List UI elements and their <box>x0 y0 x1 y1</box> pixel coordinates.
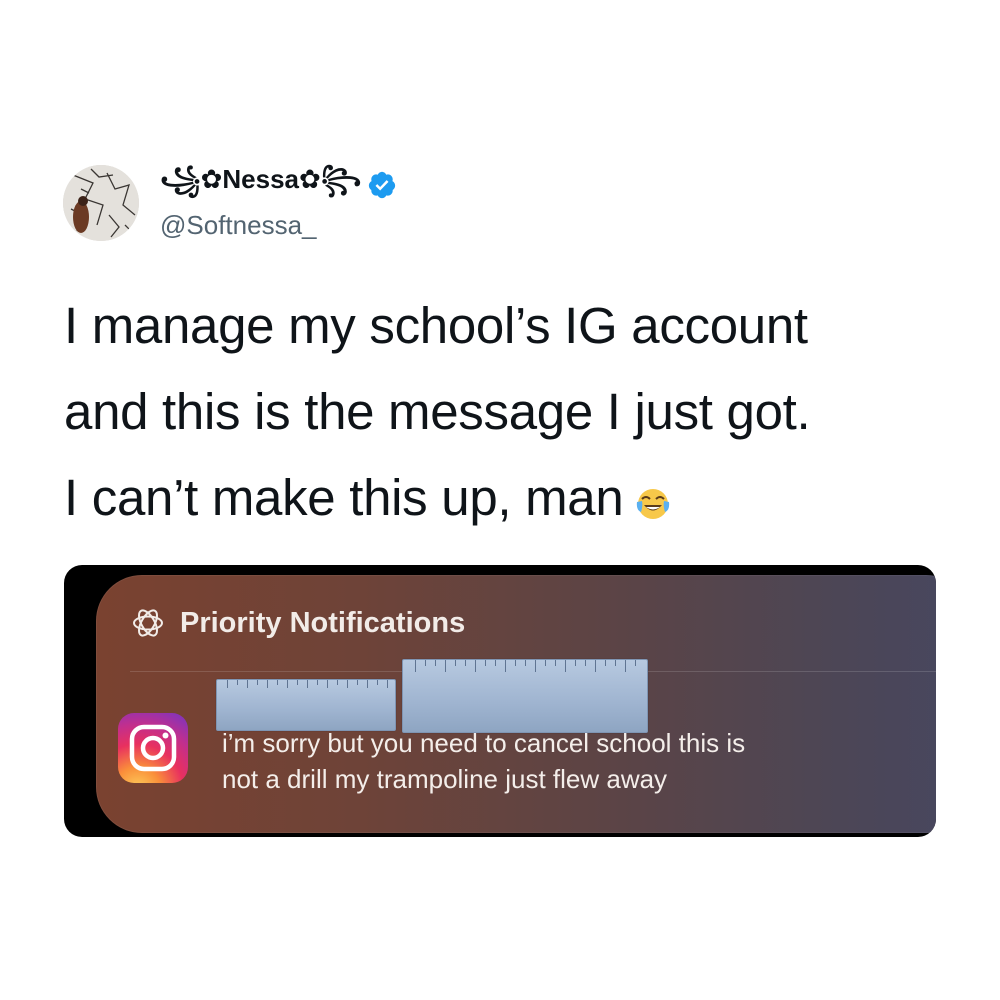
tweet-screenshot: ꧁✿Nessa✿꧂ @Softnessa_ I manage my school… <box>0 0 1000 1000</box>
verified-badge-icon <box>369 171 396 199</box>
handle[interactable]: @Softnessa_ <box>160 210 316 241</box>
notification-card[interactable]: Priority Notifications i’m sorry but you… <box>96 575 936 833</box>
notification-message: i’m sorry but you need to cancel school … <box>222 725 922 797</box>
tweet-text-line-content: I can’t make this up, man <box>64 469 624 526</box>
instagram-icon[interactable] <box>118 713 188 783</box>
name-row: ꧁✿Nessa✿꧂ <box>160 164 397 203</box>
display-name[interactable]: ꧁✿Nessa✿꧂ <box>160 159 361 212</box>
notification-title: Priority Notifications <box>180 606 466 639</box>
face-with-tears-of-joy-icon <box>637 488 670 519</box>
tweet-text-line: I manage my school’s IG account <box>64 297 808 354</box>
notification-screenshot: Priority Notifications i’m sorry but you… <box>64 565 936 837</box>
tweet-text: I manage my school’s IG account and this… <box>64 283 964 541</box>
notification-message-line: i’m sorry but you need to cancel school … <box>222 728 746 758</box>
tweet-text-line: I can’t make this up, man <box>64 455 964 541</box>
ruler-redaction-overlay <box>402 659 648 733</box>
notification-header: Priority Notifications <box>130 605 465 641</box>
ruler-redaction-overlay <box>216 679 396 731</box>
notification-message-line: not a drill my trampoline just flew away <box>222 764 668 794</box>
avatar[interactable] <box>63 165 139 241</box>
tweet-text-line: and this is the message I just got. <box>64 383 811 440</box>
apple-intelligence-icon <box>133 609 163 637</box>
